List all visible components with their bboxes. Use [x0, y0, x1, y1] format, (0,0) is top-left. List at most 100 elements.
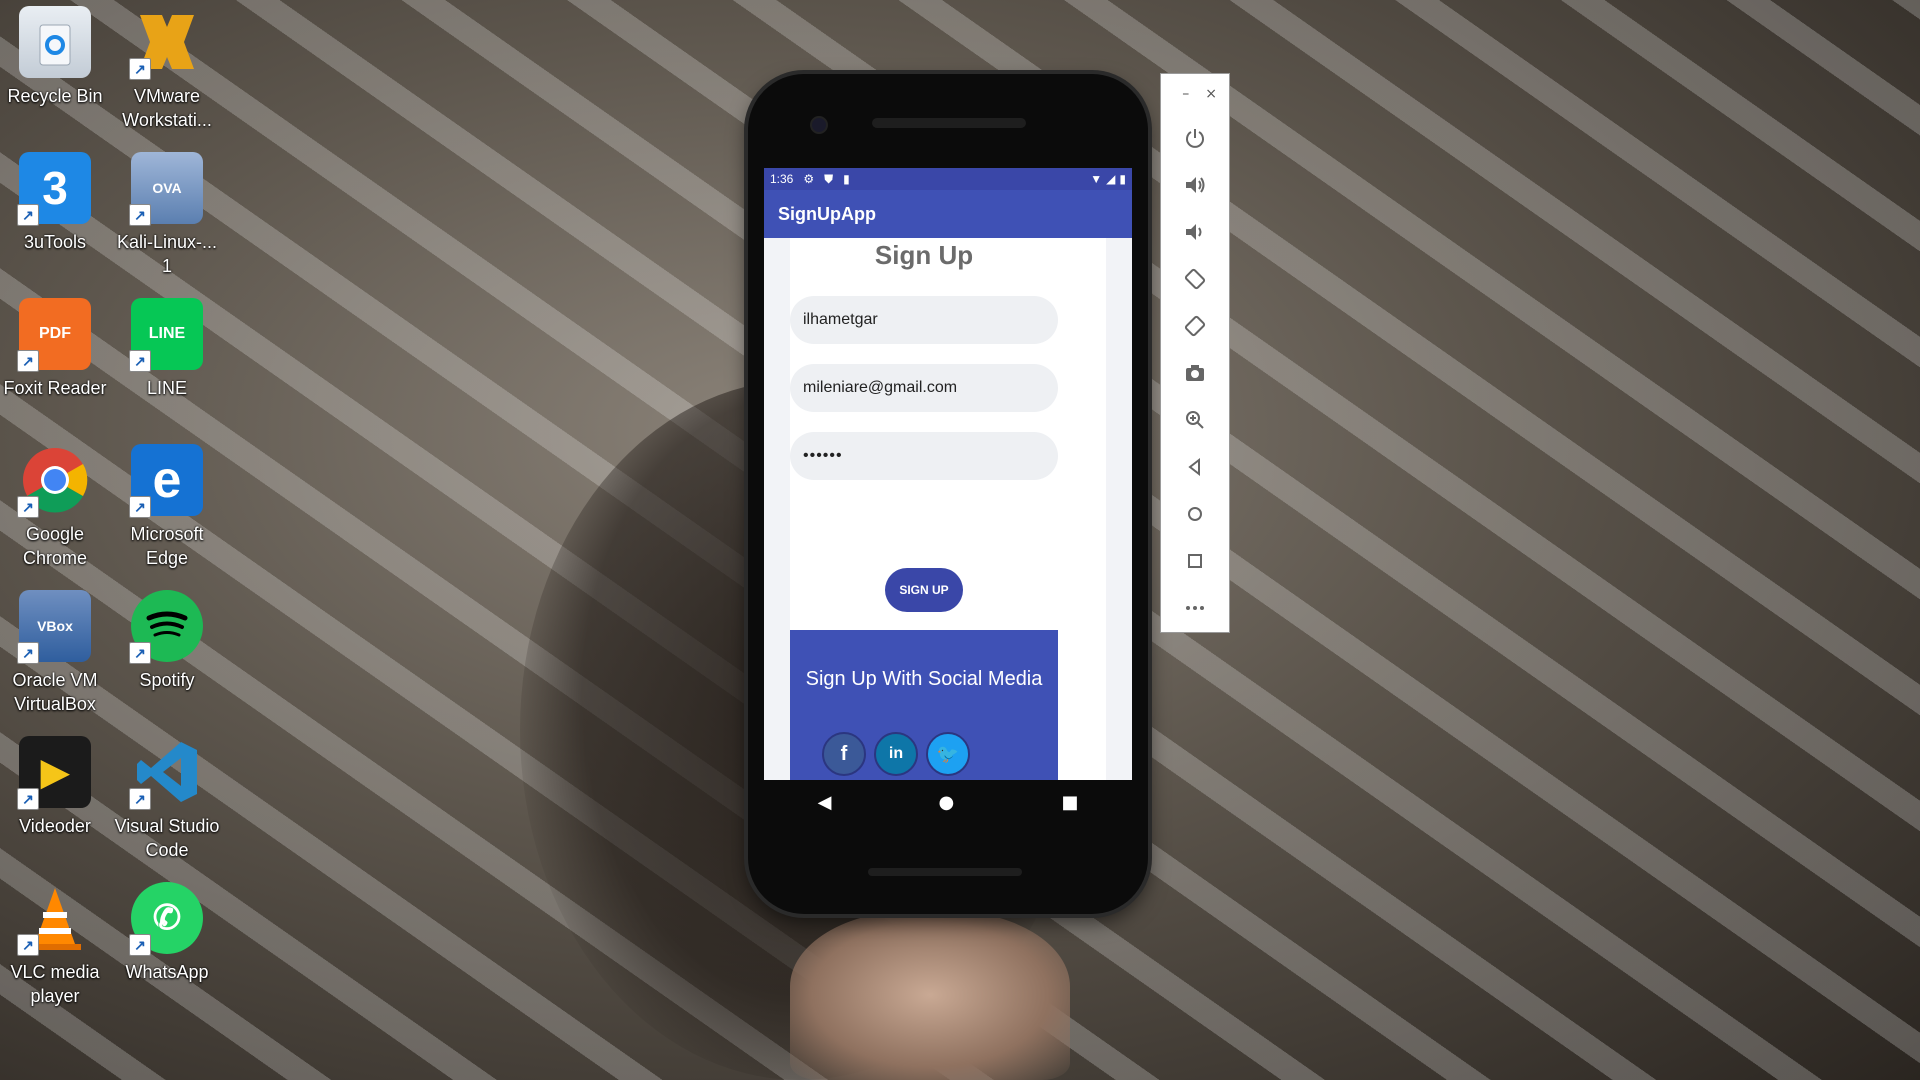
- desktop-icon-line[interactable]: LINE ↗ LINE: [112, 298, 222, 400]
- desktop-icon-chrome[interactable]: ↗ Google Chrome: [0, 444, 110, 570]
- rotate-right-button[interactable]: [1161, 302, 1229, 349]
- desktop-icon-whatsapp[interactable]: ✆ ↗ WhatsApp: [112, 882, 222, 984]
- desktop-icon-label: Videoder: [19, 816, 91, 836]
- desktop-icon-label: Kali-Linux-... 1: [116, 232, 218, 276]
- signup-button[interactable]: SIGN UP: [885, 568, 963, 612]
- desktop-icon-label: Recycle Bin: [7, 86, 103, 106]
- camera-icon: [1186, 364, 1204, 381]
- desktop-icon-spotify[interactable]: ↗ Spotify: [112, 590, 222, 692]
- wifi-icon: ▼: [1090, 172, 1103, 186]
- desktop-icon-label: LINE: [146, 378, 188, 398]
- shortcut-arrow-icon: ↗: [17, 642, 39, 664]
- zoom-icon: [1186, 410, 1204, 429]
- signup-form: Sign Up ilhametgar mileniare@gmail.com •…: [790, 238, 1106, 780]
- shortcut-arrow-icon: ↗: [129, 934, 151, 956]
- earpiece-speaker: [872, 118, 1026, 128]
- shortcut-arrow-icon: ↗: [129, 496, 151, 518]
- volume-up-button[interactable]: [1161, 161, 1229, 208]
- power-button[interactable]: [1161, 114, 1229, 161]
- desktop-icon-label: Foxit Reader: [3, 378, 107, 398]
- phone-screen[interactable]: 1:36 ⚙ ⛊ ▮ ▼ ◢ ▮ SignUpApp Sign Up ilham…: [764, 168, 1132, 780]
- settings-gear-icon: ⚙: [803, 172, 815, 186]
- minimize-icon[interactable]: –: [1182, 86, 1189, 102]
- android-nav-bar: ◀ ● ■: [764, 780, 1132, 824]
- desktop-icon-3utools[interactable]: 3 ↗ 3uTools: [0, 152, 110, 254]
- twitter-icon[interactable]: 🐦: [926, 732, 970, 776]
- overview-icon: [1188, 553, 1202, 568]
- nav-home-icon[interactable]: ●: [939, 792, 955, 813]
- more-button[interactable]: [1161, 584, 1229, 631]
- desktop-icon-label: Oracle VM VirtualBox: [12, 670, 98, 714]
- desktop-icon-recycle-bin[interactable]: Recycle Bin: [0, 6, 110, 108]
- shortcut-arrow-icon: ↗: [17, 788, 39, 810]
- shortcut-arrow-icon: ↗: [129, 350, 151, 372]
- social-signup-panel: Sign Up With Social Media f in 🐦: [790, 630, 1058, 780]
- volume-down-icon: [1186, 223, 1202, 240]
- desktop-icon-label: VMware Workstati...: [122, 86, 212, 130]
- spotify-icon: ↗: [129, 590, 203, 664]
- virtualbox-ova-icon: OVA ↗: [129, 152, 203, 226]
- close-icon[interactable]: ×: [1205, 86, 1217, 102]
- power-icon: [1186, 128, 1204, 148]
- back-button[interactable]: [1161, 443, 1229, 490]
- front-camera-icon: [810, 116, 828, 134]
- desktop-icon-label: VLC media player: [10, 962, 100, 1006]
- rotate-right-icon: [1184, 315, 1206, 336]
- cell-signal-icon: ◢: [1106, 172, 1116, 186]
- volume-up-icon: [1186, 176, 1205, 193]
- more-icon: [1186, 605, 1204, 610]
- social-signup-title: Sign Up With Social Media: [805, 668, 1043, 690]
- android-emulator-device: 1:36 ⚙ ⛊ ▮ ▼ ◢ ▮ SignUpApp Sign Up ilham…: [748, 74, 1148, 914]
- emulator-toolbar: – ×: [1160, 73, 1230, 633]
- vscode-icon: ↗: [129, 736, 203, 810]
- whatsapp-icon: ✆ ↗: [129, 882, 203, 956]
- zoom-button[interactable]: [1161, 396, 1229, 443]
- page-title: Sign Up: [874, 240, 974, 270]
- desktop-icon-vmware[interactable]: ↗ VMware Workstati...: [112, 6, 222, 132]
- desktop-icon-vlc[interactable]: ↗ VLC media player: [0, 882, 110, 1008]
- desktop-icon-kali-linux[interactable]: OVA ↗ Kali-Linux-... 1: [112, 152, 222, 278]
- sd-card-icon: ▮: [843, 172, 850, 186]
- foxit-reader-icon: PDF ↗: [17, 298, 91, 372]
- desktop-icon-label: Visual Studio Code: [114, 816, 220, 860]
- email-field[interactable]: mileniare@gmail.com: [790, 364, 1058, 412]
- facebook-icon[interactable]: f: [822, 732, 866, 776]
- 3utools-icon: 3 ↗: [17, 152, 91, 226]
- app-bar-title: SignUpApp: [764, 190, 1132, 238]
- status-bar: 1:36 ⚙ ⛊ ▮ ▼ ◢ ▮: [764, 168, 1132, 190]
- desktop-icon-videoder[interactable]: ▶ ↗ Videoder: [0, 736, 110, 838]
- bottom-speaker: [868, 868, 1022, 876]
- status-time: 1:36: [770, 172, 794, 186]
- rotate-left-icon: [1184, 268, 1206, 289]
- virtualbox-icon: VBox ↗: [17, 590, 91, 664]
- shortcut-arrow-icon: ↗: [129, 58, 151, 80]
- vmware-icon: ↗: [129, 6, 203, 80]
- shortcut-arrow-icon: ↗: [17, 204, 39, 226]
- wallpaper-hands: [790, 910, 1070, 1080]
- shortcut-arrow-icon: ↗: [129, 642, 151, 664]
- volume-down-button[interactable]: [1161, 208, 1229, 255]
- shortcut-arrow-icon: ↗: [17, 350, 39, 372]
- password-field[interactable]: ••••••: [790, 432, 1058, 480]
- rotate-left-button[interactable]: [1161, 255, 1229, 302]
- desktop-icon-vscode[interactable]: ↗ Visual Studio Code: [112, 736, 222, 862]
- nav-back-icon[interactable]: ◀: [818, 792, 832, 813]
- home-button[interactable]: [1161, 490, 1229, 537]
- back-icon: [1188, 457, 1200, 476]
- desktop-icon-foxit-reader[interactable]: PDF ↗ Foxit Reader: [0, 298, 110, 400]
- vlc-icon: ↗: [17, 882, 91, 956]
- recycle-bin-icon: [19, 6, 91, 78]
- desktop-icon-virtualbox[interactable]: VBox ↗ Oracle VM VirtualBox: [0, 590, 110, 716]
- desktop-icon-edge[interactable]: e ↗ Microsoft Edge: [112, 444, 222, 570]
- screenshot-button[interactable]: [1161, 349, 1229, 396]
- desktop-icon-label: Microsoft Edge: [130, 524, 204, 568]
- chrome-icon: ↗: [17, 444, 91, 518]
- battery-icon: ▮: [1119, 172, 1126, 186]
- overview-button[interactable]: [1161, 537, 1229, 584]
- edge-icon: e ↗: [129, 444, 203, 518]
- linkedin-icon[interactable]: in: [874, 732, 918, 776]
- nav-recents-icon[interactable]: ■: [1061, 792, 1078, 813]
- line-icon: LINE ↗: [129, 298, 203, 372]
- username-field[interactable]: ilhametgar: [790, 296, 1058, 344]
- desktop-icon-label: Google Chrome: [22, 524, 88, 568]
